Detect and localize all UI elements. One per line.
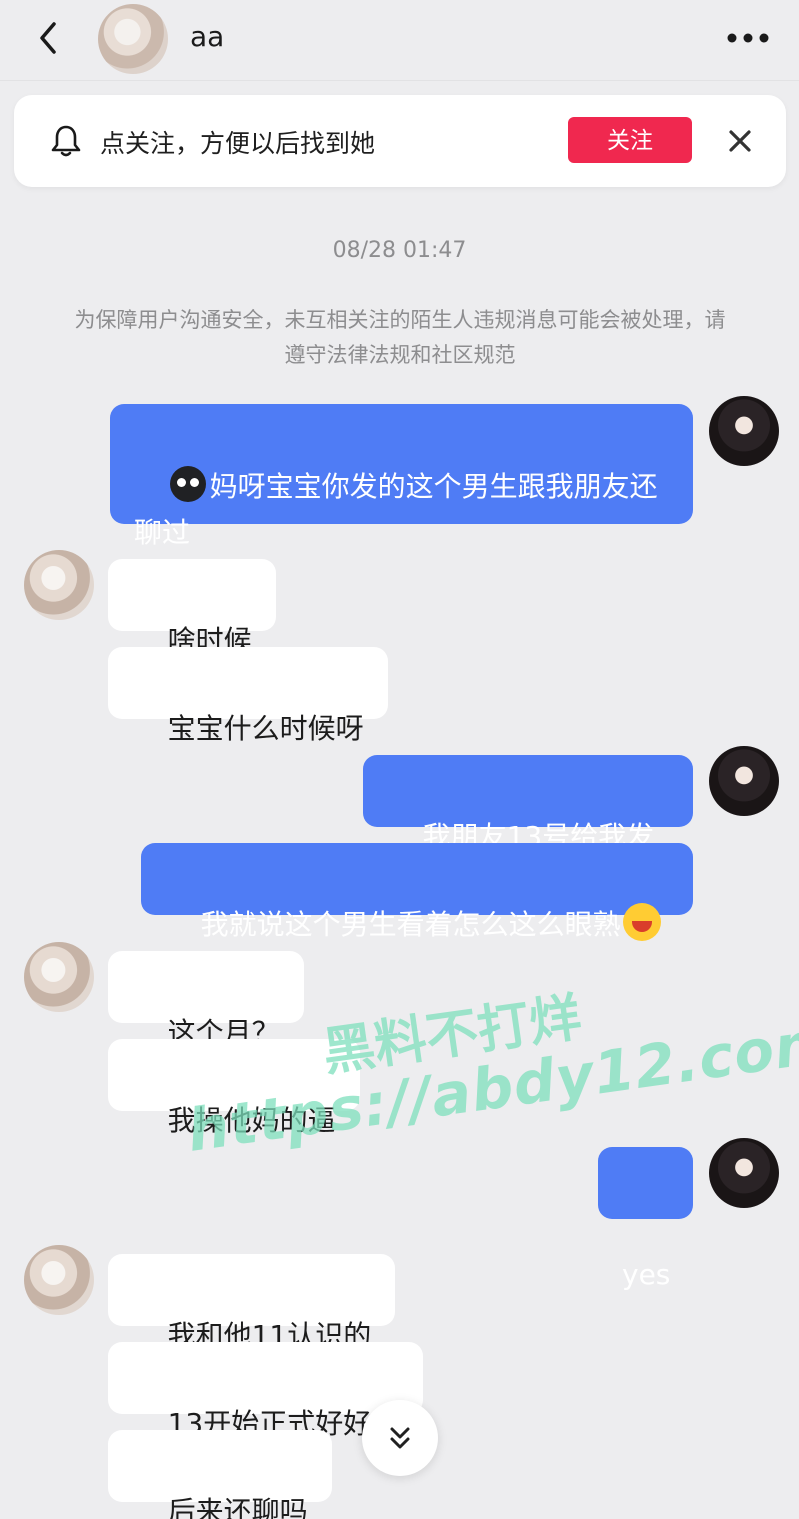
message-bubble-incoming[interactable]: 宝宝什么时候呀: [108, 647, 388, 745]
close-button[interactable]: [724, 125, 756, 157]
message-bubble-outgoing[interactable]: 妈呀宝宝你发的这个男生跟我朋友还聊过: [110, 404, 693, 549]
scroll-to-bottom-button[interactable]: [362, 1400, 438, 1476]
message-bubble-incoming[interactable]: 啥时候: [108, 559, 276, 657]
bell-icon: [51, 125, 81, 157]
more-button[interactable]: [727, 28, 769, 48]
contact-avatar[interactable]: [98, 4, 168, 74]
contact-avatar[interactable]: [24, 1245, 94, 1315]
chevron-left-icon: [40, 22, 56, 54]
message-bubble-outgoing[interactable]: 我就说这个男生看着怎么这么眼熟: [141, 843, 693, 941]
follow-button[interactable]: 关注: [568, 117, 692, 163]
message-text: 宝宝什么时候呀: [167, 712, 364, 745]
message-timestamp: 08/28 01:47: [332, 238, 467, 263]
message-bubble-outgoing[interactable]: 我朋友13号给我发的: [363, 755, 693, 899]
message-text: 我就说这个男生看着怎么这么眼熟: [200, 908, 621, 941]
message-text: 我操他妈的逼: [167, 1104, 336, 1137]
dark-face-emoji-icon: [169, 466, 206, 502]
message-bubble-incoming[interactable]: 这个月？: [108, 951, 304, 1049]
follow-prompt-text: 点关注，方便以后找到她: [100, 129, 376, 158]
message-bubble-outgoing[interactable]: yes: [598, 1147, 693, 1291]
chat-header: aa: [0, 0, 799, 81]
self-avatar[interactable]: [709, 1138, 779, 1208]
message-text: yes: [622, 1258, 671, 1291]
laughing-emoji-icon: [622, 903, 661, 941]
chat-page: aa 点关注，方便以后找到她 关注 08/28 01:47 为保障用户沟通安全，…: [0, 0, 799, 1519]
self-avatar[interactable]: [709, 396, 779, 466]
contact-avatar[interactable]: [24, 942, 94, 1012]
message-text: 妈呀宝宝你发的这个男生跟我朋友还聊过: [134, 470, 658, 549]
message-text: 后来还聊吗: [167, 1495, 308, 1519]
contact-avatar[interactable]: [24, 550, 94, 620]
self-avatar[interactable]: [709, 746, 779, 816]
message-bubble-incoming[interactable]: 我和他11认识的: [108, 1254, 396, 1352]
watermark-cn-text: 黑料不打烊: [319, 987, 586, 1084]
message-bubble-incoming[interactable]: 13开始正式好好的: [108, 1342, 424, 1440]
back-button[interactable]: [28, 18, 68, 58]
message-bubble-incoming[interactable]: 我操他妈的逼: [108, 1039, 360, 1137]
close-icon: [729, 130, 751, 152]
contact-name: aa: [190, 20, 225, 53]
double-chevron-down-icon: [390, 1427, 410, 1449]
message-bubble-incoming[interactable]: 后来还聊吗: [108, 1430, 332, 1519]
more-dots-icon: [727, 33, 769, 43]
safety-notice: 为保障用户沟通安全，未互相关注的陌生人违规消息可能会被处理，请遵守法律法规和社区…: [74, 308, 726, 367]
follow-prompt-card: 点关注，方便以后找到她 关注: [14, 95, 786, 187]
